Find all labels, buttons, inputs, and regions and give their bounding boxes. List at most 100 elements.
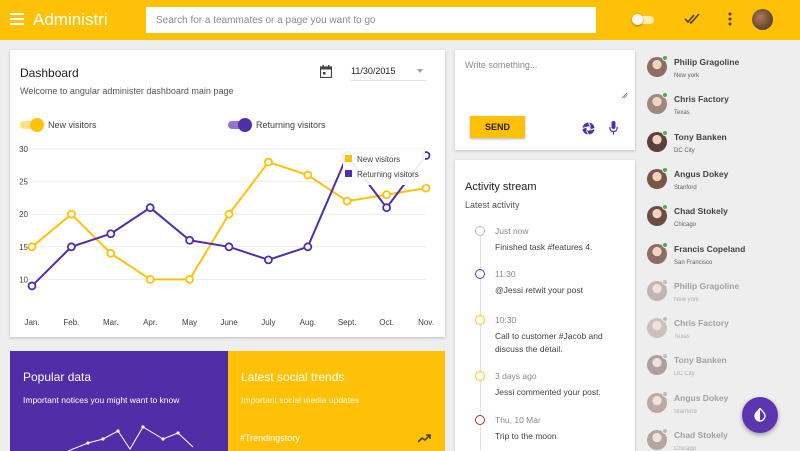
contact-item[interactable]: Chris Factory Texas (647, 92, 797, 126)
legend-swatch (345, 155, 352, 162)
data-point (421, 183, 431, 193)
toggle-knob (238, 118, 252, 132)
data-point (303, 242, 313, 252)
timeline-dot (475, 226, 485, 236)
contact-item[interactable]: Chad Stokely Chicago (647, 204, 797, 238)
resize-handle-icon[interactable] (622, 93, 627, 98)
contact-city: Texas (674, 334, 690, 341)
social-trends-panel: Latest social trends Important social me… (228, 351, 445, 451)
panel-subtitle: Important notices you might want to know (23, 395, 180, 405)
toggle-knob (30, 118, 44, 132)
status-dot (662, 353, 668, 360)
app-title: Administri (33, 10, 108, 29)
activity-time: 11:30 (495, 269, 516, 279)
x-tick-label: Jan. (24, 318, 39, 327)
activity-text: Call to customer #Jacob and discuss the … (495, 331, 603, 354)
panel-title: Popular data (23, 370, 92, 384)
contact-city: New york (674, 73, 700, 79)
activity-time: Just now (495, 226, 529, 236)
contact-city: DC City (674, 371, 695, 378)
top-app-bar: Administri (0, 0, 800, 40)
status-dot (662, 241, 668, 248)
x-tick-label: Sept. (338, 318, 357, 327)
data-point (224, 242, 234, 252)
data-point (145, 203, 155, 213)
data-point (67, 209, 76, 219)
done-all-icon[interactable] (684, 13, 700, 25)
menu-icon[interactable] (10, 13, 24, 25)
contact-name: Angus Dokey (674, 392, 729, 403)
contact-item[interactable]: Philip Gragoline New york (647, 278, 797, 313)
data-point (145, 274, 155, 284)
data-point (263, 255, 273, 265)
theme-fab-button[interactable] (742, 397, 778, 433)
y-tick-label: 20 (19, 210, 28, 219)
data-point (67, 242, 76, 252)
composer-card: SEND (455, 50, 635, 150)
data-point (185, 235, 195, 245)
contact-item[interactable]: Tony Banken DC City (647, 129, 797, 164)
contact-item[interactable]: Angus Dokey Stanford (647, 166, 797, 201)
data-point (382, 190, 392, 200)
contact-city: Stanford (674, 408, 697, 415)
chevron-down-icon[interactable] (417, 69, 423, 73)
activity-text: @Jessi retwit your post (495, 285, 583, 295)
calendar-icon[interactable] (320, 65, 332, 78)
invert-colors-icon (754, 408, 766, 422)
contact-item[interactable]: Tony Banken DC City (647, 353, 797, 387)
contacts-sidebar: Philip Gragoline New york Chris Factory Tex… (637, 42, 800, 451)
activity-time: 3 days ago (495, 371, 537, 381)
dashboard-card: Dashboard Welcome to angular administer … (10, 50, 445, 337)
more-vert-icon[interactable] (728, 12, 732, 26)
x-tick-label: Feb. (63, 318, 79, 327)
contact-item[interactable]: Chad Stokely Chicago (647, 428, 797, 451)
activity-card: Activity stream Latest activity Just now… (455, 160, 635, 451)
status-dot (662, 428, 668, 434)
contact-name: Chad Stokely (674, 430, 728, 440)
contact-item[interactable]: Francis Copeland San Francisco (647, 241, 797, 276)
send-button[interactable]: SEND (470, 116, 525, 138)
contact-city: DC City (674, 147, 695, 154)
contact-item[interactable]: Philip Gragoline New york (647, 55, 797, 89)
contact-city: Stanford (674, 184, 697, 191)
contact-city: San Francisco (674, 259, 713, 266)
user-avatar[interactable] (752, 9, 773, 30)
dashboard-title: Dashboard (20, 66, 79, 80)
search-input[interactable] (146, 7, 596, 33)
contact-name: Angus Dokey (674, 168, 729, 179)
data-point (106, 248, 116, 258)
x-tick-label: Oct. (379, 318, 394, 327)
contact-city: Chicago (674, 446, 697, 451)
activity-subtitle: Latest activity (465, 200, 520, 210)
theme-toggle[interactable] (632, 14, 656, 25)
contact-city: Texas (674, 110, 690, 117)
visitors-line-chart: 10 15 20 25 30 Jan. Feb. Mar. Apr. May June July Aug… (19, 145, 434, 327)
status-dot (662, 316, 668, 323)
data-point (382, 203, 392, 213)
legend-label: Returning visitors (357, 170, 419, 179)
status-dot (662, 390, 668, 397)
microphone-icon[interactable] (609, 121, 618, 135)
y-tick-label: 15 (19, 243, 28, 252)
data-point (27, 242, 37, 252)
x-tick-label: May (182, 318, 197, 327)
trending-tag[interactable]: #Trendingstory (240, 433, 300, 443)
data-point (106, 229, 116, 239)
toggle-knob (632, 14, 643, 25)
contact-name: Tony Banken (674, 131, 727, 142)
x-tick-label: July (261, 318, 275, 327)
status-dot (662, 92, 668, 99)
activity-text: Jessi commented your post. (495, 387, 601, 397)
post-textarea[interactable] (465, 60, 627, 98)
date-picker[interactable]: 11/30/2015 (351, 66, 426, 81)
legend-label: New visitors (357, 155, 400, 164)
status-dot (662, 129, 668, 136)
contact-item[interactable]: Chris Factory Texas (647, 316, 797, 350)
timeline-dot (475, 315, 485, 325)
panel-subtitle: Important social media updates (241, 395, 360, 405)
data-point (303, 170, 313, 180)
sparkline-graphic (68, 425, 194, 451)
contact-name: Chad Stokely (674, 206, 728, 217)
y-tick-label: 10 (19, 275, 28, 284)
camera-iris-icon[interactable] (582, 122, 595, 135)
